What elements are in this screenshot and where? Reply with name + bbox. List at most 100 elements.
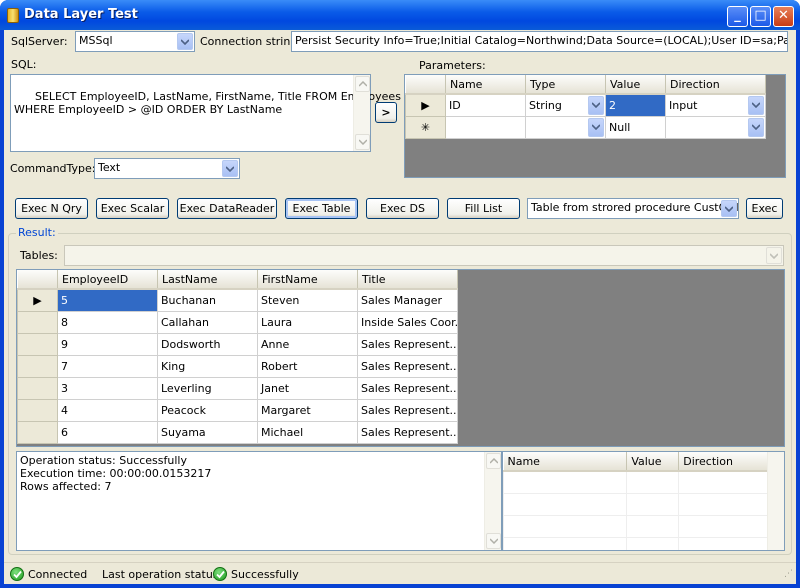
param-direction-cell[interactable]: [665, 115, 766, 139]
maximize-button[interactable]: □: [750, 6, 771, 27]
firstname-cell[interactable]: Margaret: [257, 398, 358, 422]
firstname-cell[interactable]: Robert: [257, 354, 358, 378]
result-col-firstname[interactable]: FirstName: [257, 270, 358, 290]
table-row[interactable]: 7 King Robert Sales Represent...: [17, 354, 458, 378]
connection-string-input[interactable]: Persist Security Info=True;Initial Catal…: [291, 31, 788, 52]
lastname-cell[interactable]: King: [157, 354, 258, 378]
title-cell[interactable]: Sales Represent...: [357, 332, 458, 356]
employeeid-cell[interactable]: 9: [57, 332, 158, 356]
firstname-cell[interactable]: Anne: [257, 332, 358, 356]
param-type-cell[interactable]: [525, 115, 606, 139]
result-col-title[interactable]: Title: [357, 270, 458, 290]
lastname-cell[interactable]: Buchanan: [157, 288, 258, 312]
lastname-cell[interactable]: Dodsworth: [157, 332, 258, 356]
chevron-down-icon[interactable]: [588, 96, 604, 115]
employeeid-cell[interactable]: 3: [57, 376, 158, 400]
result-col-lastname[interactable]: LastName: [157, 270, 258, 290]
param-col-type[interactable]: Type: [525, 75, 606, 95]
firstname-cell[interactable]: Janet: [257, 376, 358, 400]
table-row[interactable]: ✳ Null: [405, 115, 766, 139]
command-type-combo[interactable]: Text: [94, 158, 240, 179]
title-cell[interactable]: Sales Represent...: [357, 376, 458, 400]
lastname-cell[interactable]: Callahan: [157, 310, 258, 334]
employeeid-cell[interactable]: 4: [57, 398, 158, 422]
output-params-grid[interactable]: Name Value Direction: [502, 451, 785, 551]
lastname-cell[interactable]: Suyama: [157, 420, 258, 444]
employeeid-cell[interactable]: 7: [57, 354, 158, 378]
out-col-value[interactable]: Value: [626, 452, 680, 472]
chevron-down-icon[interactable]: [748, 117, 764, 137]
tables-combo[interactable]: [64, 245, 784, 266]
title-cell[interactable]: Sales Represent...: [357, 398, 458, 422]
out-col-direction[interactable]: Direction: [678, 452, 768, 472]
employeeid-cell[interactable]: 8: [57, 310, 158, 334]
title-bar[interactable]: Data Layer Test _ □ ✕: [0, 0, 800, 30]
table-row[interactable]: 4 Peacock Margaret Sales Represent...: [17, 398, 458, 422]
scroll-up-icon[interactable]: [486, 453, 501, 469]
sqlserver-combo[interactable]: MSSql: [75, 31, 195, 52]
param-name-cell[interactable]: [445, 115, 526, 139]
close-button[interactable]: ✕: [773, 6, 794, 27]
sql-scrollbar[interactable]: [353, 75, 370, 151]
parameters-grid[interactable]: Name Type Value Direction ▶ ID String 2 …: [404, 74, 786, 178]
lastname-cell[interactable]: Leverling: [157, 376, 258, 400]
result-grid[interactable]: EmployeeID LastName FirstName Title ▶ 5 Bu…: [16, 269, 785, 447]
lastname-cell[interactable]: Peacock: [157, 398, 258, 422]
param-value-cell[interactable]: Null: [605, 115, 666, 139]
scroll-down-icon[interactable]: [486, 533, 501, 549]
firstname-cell[interactable]: Steven: [257, 288, 358, 312]
chevron-down-icon[interactable]: [222, 160, 238, 177]
param-col-name[interactable]: Name: [445, 75, 526, 95]
row-header[interactable]: [17, 376, 58, 400]
result-col-employeeid[interactable]: EmployeeID: [57, 270, 158, 290]
log-scrollbar[interactable]: [484, 452, 501, 550]
chevron-down-icon[interactable]: [766, 247, 782, 264]
exec-scalar-button[interactable]: Exec Scalar: [96, 198, 169, 219]
table-row[interactable]: 3 Leverling Janet Sales Represent...: [17, 376, 458, 400]
table-row[interactable]: ▶ 5 Buchanan Steven Sales Manager: [17, 288, 458, 312]
table-row[interactable]: 8 Callahan Laura Inside Sales Coor...: [17, 310, 458, 334]
row-header[interactable]: [17, 354, 58, 378]
row-header[interactable]: [17, 332, 58, 356]
row-header[interactable]: [17, 398, 58, 422]
sql-textarea[interactable]: SELECT EmployeeID, LastName, FirstName, …: [10, 74, 401, 152]
row-header[interactable]: ▶: [405, 93, 446, 117]
param-type-cell[interactable]: String: [525, 93, 606, 117]
chevron-down-icon[interactable]: [588, 117, 604, 137]
employeeid-cell[interactable]: 5: [57, 288, 158, 312]
exec-ds-button[interactable]: Exec DS: [366, 198, 439, 219]
table-row[interactable]: 6 Suyama Michael Sales Represent...: [17, 420, 458, 444]
title-cell[interactable]: Sales Represent...: [357, 354, 458, 378]
employeeid-cell[interactable]: 6: [57, 420, 158, 444]
add-parameters-button[interactable]: >: [375, 102, 397, 123]
table-row[interactable]: ▶ ID String 2 Input: [405, 93, 766, 117]
minimize-button[interactable]: _: [727, 6, 748, 27]
output-scrollbar[interactable]: [767, 452, 784, 550]
scroll-up-icon[interactable]: [355, 76, 370, 92]
resize-grip-icon[interactable]: ⋰: [784, 569, 793, 579]
new-row-header[interactable]: ✳: [405, 115, 446, 139]
exec-button[interactable]: Exec: [746, 198, 783, 219]
table-row[interactable]: 9 Dodsworth Anne Sales Represent...: [17, 332, 458, 356]
exec-datareader-button[interactable]: Exec DataReader: [177, 198, 277, 219]
param-name-cell[interactable]: ID: [445, 93, 526, 117]
procedure-combo[interactable]: Table from strored procedure CustOrderH: [527, 198, 739, 219]
chevron-down-icon[interactable]: [748, 96, 764, 115]
scroll-down-icon[interactable]: [355, 134, 370, 150]
chevron-down-icon[interactable]: [177, 33, 193, 50]
exec-table-button[interactable]: Exec Table: [285, 198, 358, 219]
title-cell[interactable]: Inside Sales Coor...: [357, 310, 458, 334]
title-cell[interactable]: Sales Represent...: [357, 420, 458, 444]
title-cell[interactable]: Sales Manager: [357, 288, 458, 312]
row-header[interactable]: [17, 420, 58, 444]
chevron-down-icon[interactable]: [721, 200, 737, 217]
fill-list-button[interactable]: Fill List: [447, 198, 520, 219]
row-header[interactable]: [17, 310, 58, 334]
param-col-value[interactable]: Value: [605, 75, 666, 95]
param-direction-cell[interactable]: Input: [665, 93, 766, 117]
row-header[interactable]: ▶: [17, 288, 58, 312]
firstname-cell[interactable]: Michael: [257, 420, 358, 444]
firstname-cell[interactable]: Laura: [257, 310, 358, 334]
log-textarea[interactable]: Operation status: Successfully Execution…: [16, 451, 502, 551]
out-col-name[interactable]: Name: [503, 452, 628, 472]
